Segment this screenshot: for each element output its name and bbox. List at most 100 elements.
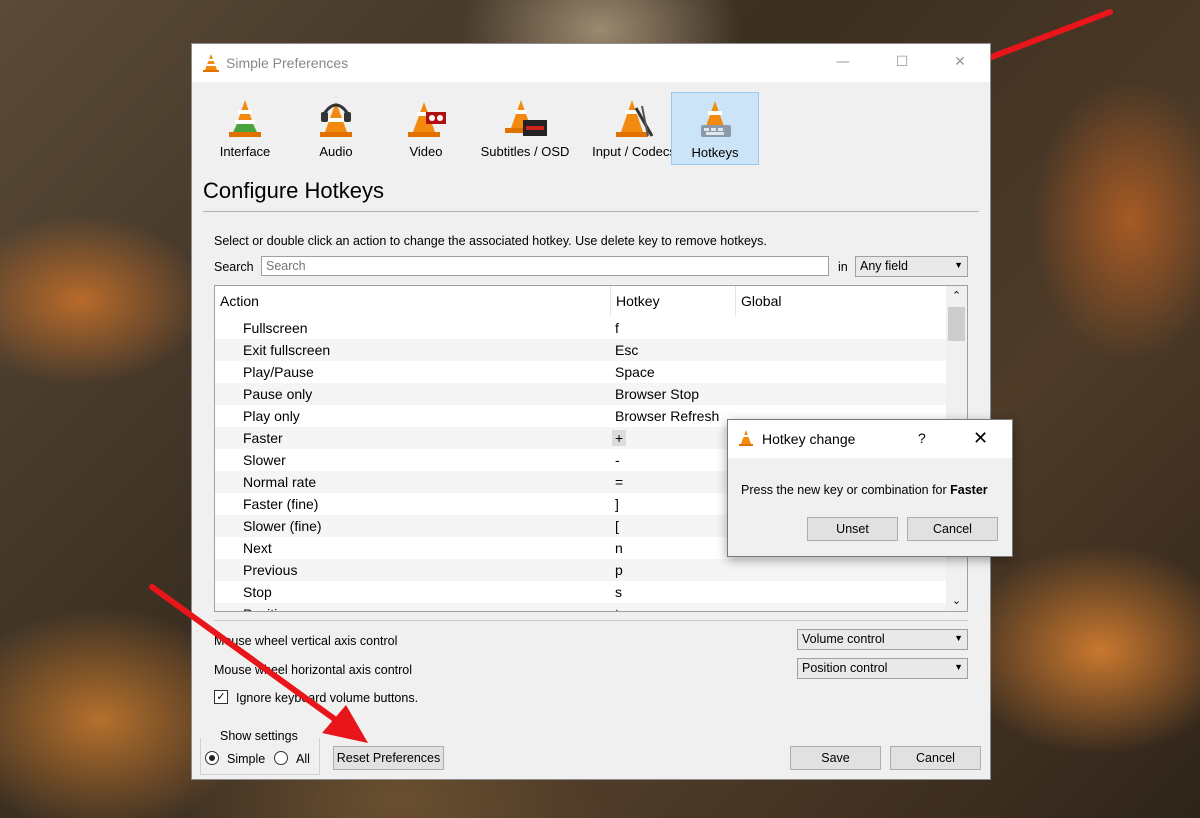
vertical-wheel-select[interactable]: Volume control ▼ bbox=[797, 629, 968, 650]
ignore-volume-checkbox[interactable]: ✓ bbox=[214, 690, 228, 704]
scroll-up-icon[interactable]: ⌃ bbox=[946, 286, 967, 306]
tab-audio[interactable]: Audio bbox=[296, 92, 376, 164]
instructions-text: Select or double click an action to chan… bbox=[214, 234, 767, 248]
hotkey-cell: + bbox=[612, 430, 627, 446]
reset-preferences-button[interactable]: Reset Preferences bbox=[333, 746, 444, 770]
input-codecs-cone-icon bbox=[616, 100, 654, 137]
hotkey-cell: n bbox=[615, 540, 623, 556]
hotkey-cell: [ bbox=[615, 518, 619, 534]
close-button[interactable]: ✕ bbox=[948, 51, 972, 73]
maximize-button[interactable]: ☐ bbox=[890, 51, 914, 73]
column-header-hotkey[interactable]: Hotkey bbox=[611, 286, 736, 316]
vertical-wheel-value: Volume control bbox=[802, 632, 885, 646]
hotkey-cell: Space bbox=[615, 364, 655, 380]
radio-all[interactable] bbox=[274, 751, 288, 765]
vlc-cone-icon bbox=[203, 54, 219, 72]
tab-label: Video bbox=[409, 144, 443, 159]
horizontal-wheel-label: Mouse wheel horizontal axis control bbox=[214, 663, 413, 677]
hotkey-cell: p bbox=[615, 562, 623, 578]
action-cell: Next bbox=[243, 540, 272, 556]
hotkey-cell: ] bbox=[615, 496, 619, 512]
dialog-title: Hotkey change bbox=[762, 431, 856, 447]
table-row[interactable]: Exit fullscreen Esc bbox=[215, 339, 946, 361]
radio-simple-label[interactable]: Simple bbox=[227, 752, 265, 766]
tab-input-codecs[interactable]: Input / Codecs bbox=[583, 92, 685, 164]
action-cell: Slower bbox=[243, 452, 286, 468]
column-header-global[interactable]: Global bbox=[736, 286, 946, 316]
action-cell: Pause only bbox=[243, 386, 313, 402]
tab-subtitles-osd[interactable]: Subtitles / OSD bbox=[475, 92, 575, 164]
hotkeys-cone-icon bbox=[701, 101, 731, 137]
title-bar[interactable]: Simple Preferences — ☐ ✕ bbox=[192, 44, 990, 82]
help-button[interactable]: ? bbox=[918, 430, 926, 446]
category-tabs: Interface Audio Video Subtitles / OSD In… bbox=[205, 92, 765, 166]
radio-simple[interactable] bbox=[205, 751, 219, 765]
table-row[interactable]: Position t bbox=[215, 603, 946, 611]
vertical-wheel-label: Mouse wheel vertical axis control bbox=[214, 634, 398, 648]
unset-button[interactable]: Unset bbox=[807, 517, 898, 541]
minimize-button[interactable]: — bbox=[831, 51, 855, 73]
page-title: Configure Hotkeys bbox=[203, 178, 384, 203]
hotkey-cell: - bbox=[615, 452, 620, 468]
dialog-cancel-button[interactable]: Cancel bbox=[907, 517, 998, 541]
search-field-value: Any field bbox=[860, 259, 908, 273]
horizontal-wheel-select[interactable]: Position control ▼ bbox=[797, 658, 968, 679]
interface-cone-icon bbox=[229, 100, 261, 137]
subtitles-cone-icon bbox=[505, 100, 547, 136]
action-cell: Previous bbox=[243, 562, 298, 578]
tab-hotkeys[interactable]: Hotkeys bbox=[671, 92, 759, 165]
audio-headphones-cone-icon bbox=[320, 102, 352, 137]
table-row[interactable]: Play/Pause Space bbox=[215, 361, 946, 383]
hotkey-cell: Browser Stop bbox=[615, 386, 700, 402]
vlc-cone-icon bbox=[739, 430, 753, 446]
hotkey-cell: Browser Refresh bbox=[615, 408, 720, 424]
table-row[interactable]: Previous p bbox=[215, 559, 946, 581]
tab-label: Subtitles / OSD bbox=[480, 144, 570, 159]
video-cone-icon bbox=[408, 102, 446, 137]
cancel-button[interactable]: Cancel bbox=[890, 746, 981, 770]
hotkey-cell: = bbox=[615, 474, 624, 490]
dialog-message: Press the new key or combination for Fas… bbox=[741, 483, 988, 497]
hotkey-cell: Esc bbox=[615, 342, 639, 358]
tab-label: Input / Codecs bbox=[592, 144, 676, 159]
action-cell: Stop bbox=[243, 584, 272, 600]
ignore-volume-label[interactable]: Ignore keyboard volume buttons. bbox=[236, 691, 418, 705]
hotkey-cell: f bbox=[615, 320, 619, 336]
horizontal-wheel-value: Position control bbox=[802, 661, 888, 675]
tab-label: Hotkeys bbox=[691, 145, 739, 160]
tab-label: Audio bbox=[319, 144, 353, 159]
radio-all-label[interactable]: All bbox=[296, 752, 310, 766]
action-cell: Faster (fine) bbox=[243, 496, 319, 512]
column-header-action[interactable]: Action bbox=[215, 286, 611, 316]
dialog-close-button[interactable]: ✕ bbox=[973, 428, 988, 449]
hotkey-cell: s bbox=[615, 584, 622, 600]
action-cell: Slower (fine) bbox=[243, 518, 322, 534]
scrollbar-thumb[interactable] bbox=[948, 307, 965, 341]
action-cell: Play only bbox=[243, 408, 300, 424]
table-row[interactable]: Pause only Browser Stop bbox=[215, 383, 946, 405]
show-settings-title: Show settings bbox=[218, 729, 300, 743]
scroll-down-icon[interactable]: ⌄ bbox=[946, 591, 967, 611]
search-input[interactable] bbox=[261, 256, 829, 276]
preferences-window: Simple Preferences — ☐ ✕ Interface Audio… bbox=[191, 43, 991, 780]
title-divider bbox=[203, 211, 979, 212]
action-cell: Exit fullscreen bbox=[243, 342, 331, 358]
dialog-title-bar[interactable]: Hotkey change ? ✕ bbox=[728, 420, 1012, 458]
tab-label: Interface bbox=[219, 144, 271, 159]
divider bbox=[214, 620, 968, 621]
tab-interface[interactable]: Interface bbox=[205, 92, 285, 164]
action-cell: Position bbox=[243, 606, 293, 611]
table-row[interactable]: Stop s bbox=[215, 581, 946, 603]
search-field-select[interactable]: Any field ▼ bbox=[855, 256, 968, 277]
dialog-message-text: Press the new key or combination for bbox=[741, 483, 951, 497]
search-in-label: in bbox=[838, 260, 848, 274]
action-cell: Fullscreen bbox=[243, 320, 308, 336]
action-cell: Normal rate bbox=[243, 474, 317, 490]
save-button[interactable]: Save bbox=[790, 746, 881, 770]
hotkey-change-dialog: Hotkey change ? ✕ Press the new key or c… bbox=[727, 419, 1013, 557]
table-row[interactable]: Fullscreen f bbox=[215, 317, 946, 339]
tab-video[interactable]: Video bbox=[386, 92, 466, 164]
action-cell: Faster bbox=[243, 430, 283, 446]
dialog-message-action: Faster bbox=[950, 483, 988, 497]
chevron-down-icon: ▼ bbox=[954, 633, 963, 643]
